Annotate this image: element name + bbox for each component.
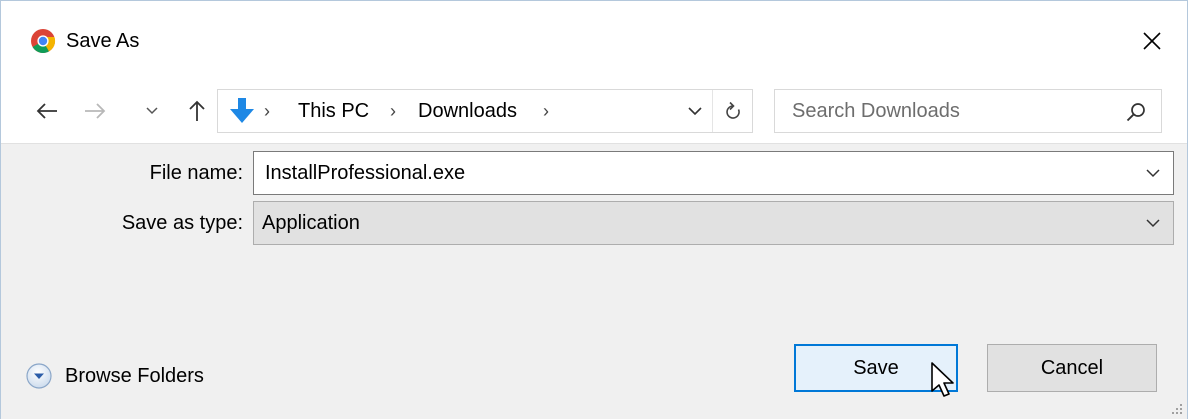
address-bar[interactable]: › This PC › Downloads › xyxy=(217,89,753,133)
close-button[interactable] xyxy=(1127,19,1177,63)
save-type-select[interactable]: Application xyxy=(253,201,1174,245)
resize-grip-icon[interactable] xyxy=(1169,401,1183,415)
expand-circle-icon xyxy=(26,363,52,389)
file-name-input[interactable]: InstallProfessional.exe xyxy=(253,151,1174,195)
save-type-dropdown[interactable] xyxy=(1141,202,1165,244)
up-arrow-icon xyxy=(189,100,205,121)
file-name-dropdown[interactable] xyxy=(1141,152,1165,194)
downloads-arrow-icon xyxy=(230,98,254,123)
back-arrow-icon xyxy=(36,103,57,119)
search-placeholder: Search Downloads xyxy=(792,99,960,122)
close-icon xyxy=(1143,32,1161,50)
dialog-title: Save As xyxy=(66,30,140,52)
file-name-label: File name: xyxy=(149,162,243,184)
breadcrumb-downloads[interactable]: Downloads xyxy=(418,90,517,132)
recent-locations-button[interactable] xyxy=(141,89,163,133)
breadcrumb-separator: › xyxy=(264,100,270,121)
title-bar: Save As xyxy=(1,1,1187,81)
forward-arrow-icon xyxy=(85,103,106,119)
chevron-down-icon xyxy=(1146,218,1160,227)
breadcrumb-this-pc[interactable]: This PC xyxy=(298,90,369,132)
chrome-icon xyxy=(31,29,56,54)
refresh-button[interactable] xyxy=(712,90,753,132)
save-button[interactable]: Save xyxy=(794,344,958,392)
back-button[interactable] xyxy=(29,89,65,133)
chevron-down-icon xyxy=(1146,168,1160,177)
up-button[interactable] xyxy=(181,89,213,133)
cancel-button[interactable]: Cancel xyxy=(987,344,1157,392)
form-area: File name: InstallProfessional.exe Save … xyxy=(1,143,1187,419)
save-type-label: Save as type: xyxy=(121,212,243,234)
file-name-value: InstallProfessional.exe xyxy=(265,161,466,184)
breadcrumb-separator[interactable]: › xyxy=(543,90,549,132)
address-dropdown-button[interactable] xyxy=(680,90,710,132)
navigation-bar: › This PC › Downloads › Search Downloads xyxy=(1,81,1187,143)
browse-folders-label: Browse Folders xyxy=(65,364,204,387)
chevron-down-icon xyxy=(146,107,158,115)
refresh-icon xyxy=(726,101,740,119)
chevron-down-icon xyxy=(688,106,702,115)
breadcrumb-separator[interactable]: › xyxy=(390,90,396,132)
search-icon xyxy=(1126,103,1145,122)
search-input[interactable]: Search Downloads xyxy=(774,89,1162,133)
browse-folders-toggle[interactable]: Browse Folders xyxy=(25,358,204,394)
save-as-dialog: Save As › This PC › Downloads › Search D… xyxy=(0,0,1188,419)
save-type-value: Application xyxy=(262,211,360,234)
forward-button[interactable] xyxy=(77,89,113,133)
